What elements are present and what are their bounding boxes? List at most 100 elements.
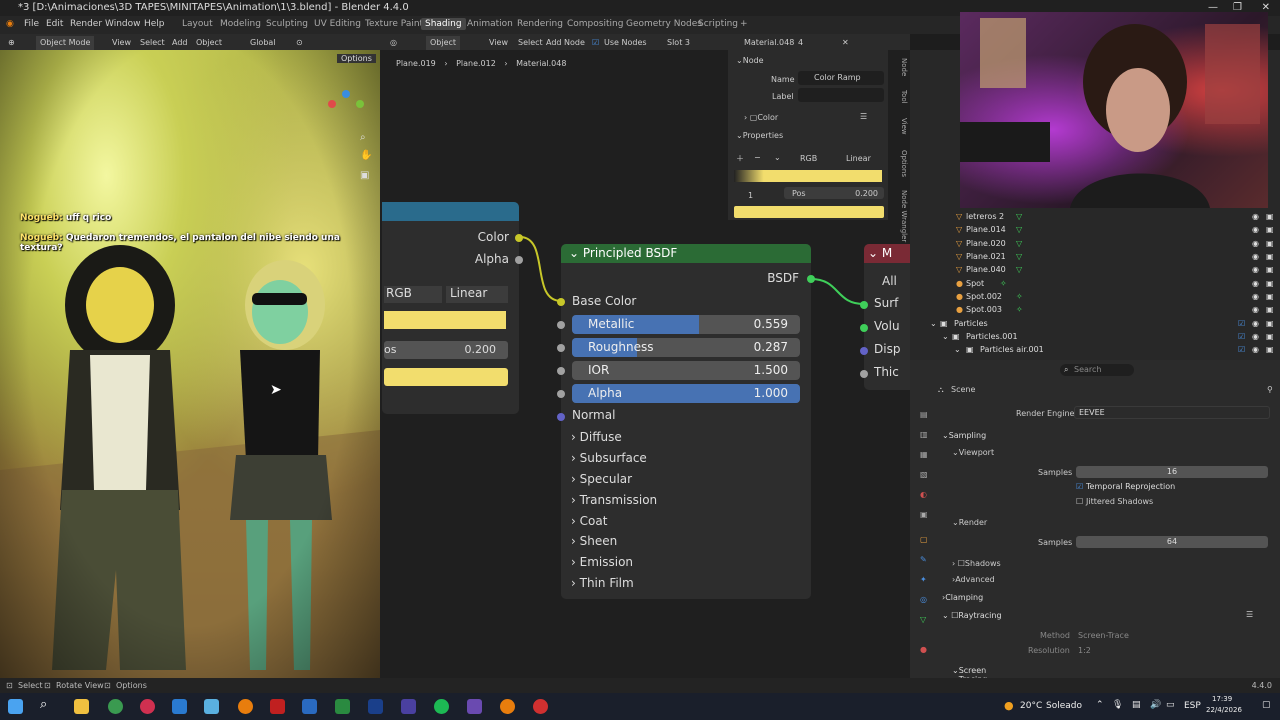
include-checkbox[interactable]: ☑ — [1238, 332, 1245, 341]
include-checkbox[interactable]: ☑ — [1238, 319, 1245, 328]
section-subsurface[interactable]: › Subsurface — [571, 451, 647, 465]
add-stop-icon[interactable]: ＋ — [736, 153, 744, 164]
stop-index[interactable]: 1 — [748, 191, 753, 200]
visibility-eye-icon[interactable]: ◉ — [1252, 225, 1259, 234]
alpha-slider[interactable]: Alpha 1.000 — [572, 384, 800, 403]
render-camera-icon[interactable]: ▣ — [1266, 212, 1274, 221]
clock-date[interactable]: 22/4/2026 — [1206, 706, 1242, 714]
visibility-eye-icon[interactable]: ◉ — [1252, 345, 1259, 354]
ramp-interp-dropdown[interactable]: Linear — [846, 154, 871, 163]
pycharm-icon[interactable] — [335, 699, 350, 714]
sidebar-tab-options[interactable]: Options — [894, 150, 908, 177]
viewport-subpanel[interactable]: ⌄ Viewport — [952, 448, 994, 457]
shader-type-dropdown[interactable]: Object — [426, 36, 461, 50]
tab-modeling[interactable]: Modeling — [220, 19, 261, 29]
modifier-tab-icon[interactable]: ✎ — [920, 555, 927, 564]
sidebar-stop-color[interactable] — [734, 206, 884, 218]
world-tab-icon[interactable]: ▣ — [920, 510, 928, 519]
tab-geometry-nodes[interactable]: Geometry Nodes — [626, 19, 702, 29]
node-label-field[interactable] — [798, 88, 884, 102]
tab-compositing[interactable]: Compositing — [567, 19, 623, 29]
section-specular[interactable]: › Specular — [571, 472, 632, 486]
method-dropdown[interactable]: Screen-Trace — [1078, 631, 1129, 640]
outliner-row[interactable]: ⌄ ▣ Particles ☑ ◉ ▣ — [910, 318, 1280, 331]
clamping-panel[interactable]: › Clamping — [942, 593, 983, 602]
visibility-eye-icon[interactable]: ◉ — [1252, 212, 1259, 221]
opera-icon[interactable] — [140, 699, 155, 714]
advanced-subpanel[interactable]: › Advanced — [952, 575, 995, 584]
roughness-socket[interactable] — [557, 344, 565, 352]
sidebar-tab-tool[interactable]: Tool — [894, 90, 908, 104]
menu-file[interactable]: File — [24, 19, 39, 29]
visibility-eye-icon[interactable]: ◉ — [1252, 319, 1259, 328]
properties-search[interactable]: Search — [1060, 364, 1134, 376]
resolution-dropdown[interactable]: 1:2 — [1078, 646, 1091, 655]
tab-layout[interactable]: Layout — [182, 19, 213, 29]
tab-rendering[interactable]: Rendering — [517, 19, 563, 29]
tab-texture-paint[interactable]: Texture Paint — [365, 19, 423, 29]
add-workspace-icon[interactable]: + — [740, 19, 748, 29]
bsdf-output-socket[interactable] — [807, 275, 815, 283]
mode-dropdown[interactable]: Object Mode — [36, 36, 95, 50]
section-coat[interactable]: › Coat — [571, 514, 607, 528]
output-tab-icon[interactable]: ▦ — [920, 450, 928, 459]
file-explorer-icon[interactable] — [74, 699, 89, 714]
material-output-header[interactable]: ⌄ M — [864, 244, 910, 263]
ior-socket[interactable] — [557, 367, 565, 375]
outliner-row[interactable]: ▽ Plane.014 ▽ ◉ ▣ — [910, 224, 1280, 237]
render-camera-icon[interactable]: ▣ — [1266, 305, 1274, 314]
visibility-eye-icon[interactable]: ◉ — [1252, 305, 1259, 314]
chevron-down-icon[interactable]: ⌄ — [774, 153, 781, 162]
remove-stop-icon[interactable]: − — [754, 153, 761, 162]
tab-uv-editing[interactable]: UV Editing — [314, 19, 361, 29]
roughness-slider[interactable]: Roughness 0.287 — [572, 338, 800, 357]
app-icon[interactable] — [302, 699, 317, 714]
viewport-samples-field[interactable]: 16 — [1076, 466, 1268, 478]
visibility-eye-icon[interactable]: ◉ — [1252, 292, 1259, 301]
app-icon[interactable] — [533, 699, 548, 714]
object-tab-icon[interactable]: ▢ — [920, 535, 928, 544]
options-dropdown[interactable]: Options — [337, 54, 376, 63]
visibility-eye-icon[interactable]: ◉ — [1252, 252, 1259, 261]
metallic-socket[interactable] — [557, 321, 565, 329]
tray-chevron-icon[interactable]: ⌃ — [1096, 700, 1104, 710]
sampling-panel[interactable]: ⌄ Sampling — [942, 431, 986, 440]
notification-icon[interactable]: ▢ — [1262, 700, 1271, 710]
section-transmission[interactable]: › Transmission — [571, 493, 657, 507]
node-name-field[interactable]: Color Ramp — [798, 71, 884, 85]
gizmo-z-icon[interactable] — [342, 90, 350, 98]
raytracing-panel[interactable]: ⌄ ☐ Raytracing — [942, 611, 1002, 620]
obs-icon[interactable] — [467, 699, 482, 714]
expand-chevron-icon[interactable]: ⌄ — [942, 332, 949, 341]
outliner-row[interactable]: ● Spot ✧ ◉ ▣ — [910, 278, 1280, 291]
physics-tab-icon[interactable]: ◎ — [920, 595, 927, 604]
sidebar-color-ramp[interactable] — [734, 170, 882, 182]
menu-window[interactable]: Window — [105, 19, 141, 29]
ramp-mode-dropdown[interactable]: RGB — [800, 154, 817, 163]
visibility-eye-icon[interactable]: ◉ — [1252, 332, 1259, 341]
shadows-subpanel[interactable]: › ☐ Shadows — [952, 559, 1001, 568]
render-camera-icon[interactable]: ▣ — [1266, 252, 1274, 261]
blender-running-icon[interactable] — [500, 699, 515, 714]
menu-help[interactable]: Help — [144, 19, 165, 29]
app-icon[interactable] — [270, 699, 285, 714]
color-panel-header[interactable]: › ▢ Color — [744, 113, 778, 122]
stop-color-swatch[interactable] — [384, 368, 508, 386]
expand-chevron-icon[interactable]: ⌄ — [954, 345, 961, 354]
principled-bsdf-header[interactable]: ⌄ Principled BSDF — [561, 244, 811, 263]
3d-viewport[interactable]: ⌕ ✋ ▣ Nogueb: uff q rico Nogueb: Quedaro… — [0, 50, 380, 678]
data-tab-icon[interactable]: ▽ — [920, 615, 926, 624]
outliner-row[interactable]: ⌄ ▣ Particles air.001 ☑ ◉ ▣ — [910, 344, 1280, 357]
edge-icon[interactable] — [172, 699, 187, 714]
principled-bsdf-node[interactable]: ⌄ Principled BSDF BSDF Base Color Metall… — [557, 244, 815, 599]
battery-icon[interactable]: ▭ — [1166, 700, 1175, 710]
visibility-eye-icon[interactable]: ◉ — [1252, 239, 1259, 248]
metallic-slider[interactable]: Metallic 0.559 — [572, 315, 800, 334]
render-camera-icon[interactable]: ▣ — [1266, 239, 1274, 248]
base-color-socket[interactable] — [557, 298, 565, 306]
render-camera-icon[interactable]: ▣ — [1266, 265, 1274, 274]
color-ramp-gradient[interactable] — [384, 311, 506, 329]
tab-shading[interactable]: Shading — [421, 18, 466, 30]
material-output-node[interactable]: ⌄ M All Surf Volu Disp Thic — [860, 244, 910, 390]
jittered-checkbox[interactable]: ☐ — [1076, 497, 1083, 506]
